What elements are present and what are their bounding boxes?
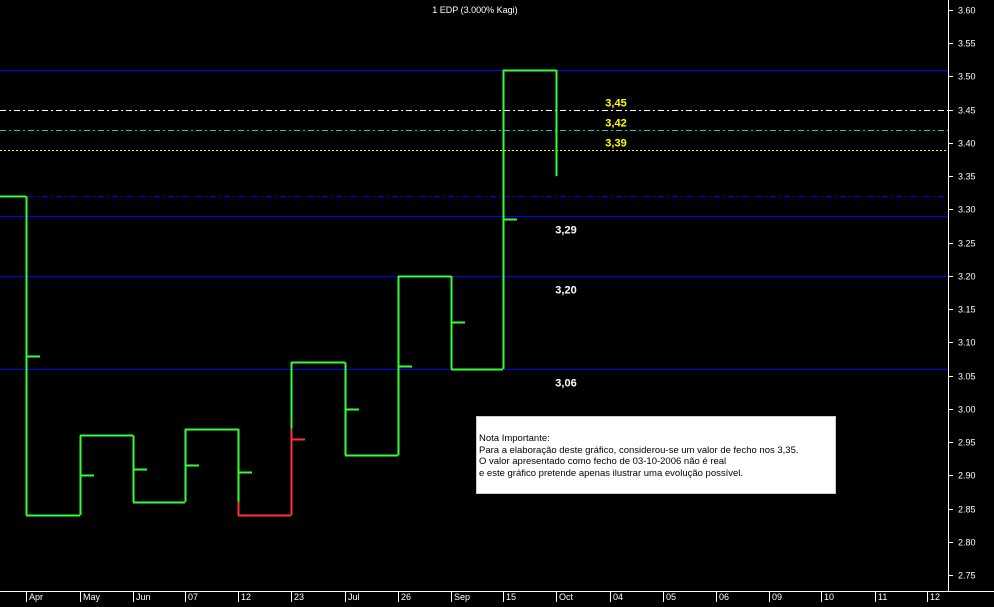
y-tick-label: 3.00: [958, 405, 976, 415]
x-tick-label: 23: [294, 592, 304, 602]
note-line: e este gráfico pretende apenas ilustrar …: [479, 467, 744, 479]
levels-layer: [0, 70, 948, 370]
y-tick-label: 3.50: [958, 72, 976, 82]
level-labels-layer: 3,45 3,42 3,39 3,29 3,20 3,06: [555, 98, 626, 390]
y-tick-label: 3.55: [958, 39, 976, 49]
y-tick-label: 2.85: [958, 505, 976, 515]
axis-layer: 3.60 3.55 3.50 3.45 3.40 3.35 3.30 3.25 3.20 3.15…: [0, 0, 994, 602]
y-tick-label: 3.45: [958, 106, 976, 116]
y-tick-label: 3.30: [958, 205, 976, 215]
y-tick-label: 2.75: [958, 571, 976, 581]
level-label: 3,45: [605, 98, 626, 110]
x-tick-label: 05: [666, 592, 676, 602]
x-tick-label: Sep: [454, 592, 470, 602]
note-line: Para a elaboração deste gráfico, conside…: [479, 444, 799, 456]
y-tick-label: 3.15: [958, 305, 976, 315]
kagi-chart: 1 EDP (3.000% Kagi) 3,45 3,42 3,39 3,29 3,20…: [0, 0, 994, 602]
y-tick-label: 3.20: [958, 272, 976, 282]
x-tick-label: Oct: [559, 592, 574, 602]
y-tick-label: 3.05: [958, 372, 976, 382]
level-label: 3,29: [555, 225, 576, 237]
x-tick-label: 12: [930, 592, 940, 602]
level-label: 3,42: [605, 118, 626, 130]
x-tick-label: 04: [613, 592, 623, 602]
x-tick-label: Jul: [348, 592, 360, 602]
y-tick-label: 3.10: [958, 338, 976, 348]
x-tick-label: 12: [241, 592, 251, 602]
y-tick-label: 3.25: [958, 239, 976, 249]
x-tick-label: 26: [401, 592, 411, 602]
y-tick-label: 3.40: [958, 139, 976, 149]
note-box: Nota Importante: Para a elaboração deste…: [476, 416, 836, 494]
note-line: O valor apresentado como fecho de 03-10-…: [479, 456, 727, 467]
kagi-layer: [0, 69, 558, 517]
chart-title: 1 EDP (3.000% Kagi): [432, 5, 517, 15]
y-tick-label: 2.90: [958, 471, 976, 481]
y-tick-label: 3.35: [958, 172, 976, 182]
level-label: 3,39: [605, 138, 626, 150]
x-tick-label: 10: [824, 592, 834, 602]
level-label: 3,20: [555, 285, 576, 297]
x-tick-label: Apr: [29, 592, 43, 602]
x-tick-label: 11: [878, 592, 887, 602]
x-tick-label: 06: [719, 592, 729, 602]
x-tick-label: Jun: [136, 592, 151, 602]
y-tick-label: 3.60: [958, 6, 976, 16]
x-tick-label: 15: [506, 592, 516, 602]
chart-svg: 1 EDP (3.000% Kagi) 3,45 3,42 3,39 3,29 3,20…: [0, 0, 994, 602]
x-tick-label: May: [83, 592, 101, 602]
y-tick-label: 2.95: [958, 438, 976, 448]
x-tick-label: 07: [188, 592, 198, 602]
x-tick-label: 09: [772, 592, 782, 602]
level-label: 3,06: [555, 378, 576, 390]
note-line: Nota Importante:: [479, 433, 550, 444]
y-tick-label: 2.80: [958, 538, 976, 548]
